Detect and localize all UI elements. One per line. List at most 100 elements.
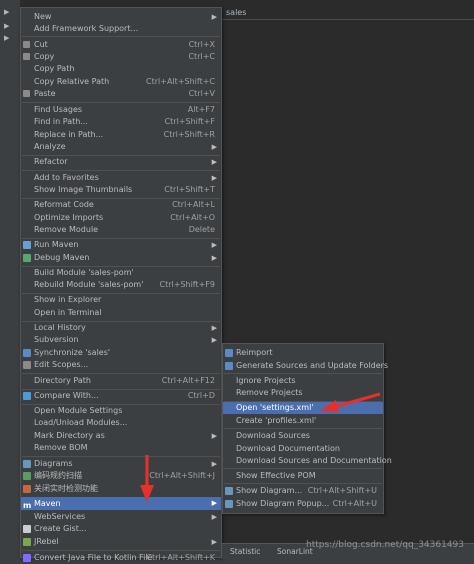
menu-item-directory-path[interactable]: Directory Path Ctrl+Alt+F12 [21, 375, 221, 387]
project-tree-panel: ▶ ▶ ▶ [0, 0, 20, 558]
submenu-arrow-icon: ▶ [211, 158, 217, 166]
menu-item-subversion[interactable]: Subversion ▶ [21, 334, 221, 346]
maven-item-ignore-projects[interactable]: Ignore Projects [223, 375, 383, 387]
menu-item-find-usages[interactable]: Find Usages Alt+F7 [21, 104, 221, 116]
realtime-check-icon [23, 485, 31, 493]
maven-submenu: Reimport Generate Sources and Update Fol… [222, 343, 392, 514]
menu-item-jrebel[interactable]: JRebel ▶ [21, 536, 221, 548]
menu-item-run-maven[interactable]: Run Maven ▶ [21, 239, 221, 251]
menu-item-create-gist[interactable]: Create Gist... [21, 523, 221, 535]
submenu-arrow-icon: ▶ [211, 254, 217, 262]
menu-item-compare-with[interactable]: Compare With... Ctrl+D [21, 390, 221, 402]
menu-divider [22, 373, 220, 374]
maven-icon: m [23, 501, 32, 510]
menu-divider [224, 428, 382, 429]
menu-item-paste[interactable]: Paste Ctrl+V [21, 88, 221, 100]
annotation-arrow-left [320, 392, 381, 412]
menu-item-add-framework-support[interactable]: Add Framework Support... [21, 23, 221, 35]
menu-item-local-history[interactable]: Local History ▶ [21, 322, 221, 334]
menu-item-webservices[interactable]: WebServices ▶ [21, 511, 221, 523]
submenu-arrow-icon: ▶ [211, 174, 217, 182]
reimport-icon [225, 349, 233, 357]
menu-item-maven[interactable]: m Maven ▶ [21, 497, 221, 510]
menu-item-find-in-path[interactable]: Find in Path... Ctrl+Shift+F [21, 116, 221, 128]
maven-item-download-sources[interactable]: Download Sources [223, 430, 383, 442]
menu-divider [22, 456, 220, 457]
tab-divider [212, 19, 474, 20]
menu-item-mark-directory-as[interactable]: Mark Directory as ▶ [21, 430, 221, 442]
submenu-arrow-icon: ▶ [211, 499, 217, 507]
tree-expand-icon[interactable]: ▶ [4, 8, 9, 16]
diagram-icon [23, 460, 31, 468]
menu-item-analyze[interactable]: Analyze ▶ [21, 141, 221, 153]
github-icon [23, 525, 31, 533]
submenu-arrow-icon: ▶ [211, 538, 217, 546]
menu-item-convert-to-kotlin[interactable]: Convert Java File to Kotlin File Ctrl+Alt… [21, 552, 221, 564]
submenu-arrow-icon: ▶ [211, 241, 217, 249]
tree-expand-icon[interactable]: ▶ [4, 34, 9, 42]
menu-item-debug-maven[interactable]: Debug Maven ▶ [21, 252, 221, 264]
maven-item-generate-sources[interactable]: Generate Sources and Update Folders [223, 360, 388, 372]
menu-item-load-unload-modules[interactable]: Load/Unload Modules... [21, 417, 221, 429]
submenu-arrow-icon: ▶ [211, 432, 217, 440]
menu-item-rebuild-module[interactable]: Rebuild Module 'sales-pom' Ctrl+Shift+F9 [21, 279, 221, 291]
menu-divider [224, 373, 382, 374]
menu-item-copy-relative-path[interactable]: Copy Relative Path Ctrl+Alt+Shift+C [21, 76, 221, 88]
submenu-arrow-icon: ▶ [211, 324, 217, 332]
menu-item-build-module[interactable]: Build Module 'sales-pom' [21, 267, 221, 279]
menu-item-diagrams[interactable]: Diagrams ▶ [21, 458, 221, 470]
menu-divider [22, 102, 220, 103]
maven-item-reimport[interactable]: Reimport [223, 347, 383, 359]
menu-item-code-scan[interactable]: 编码规约扫描 Ctrl+Alt+Shift+J [21, 470, 221, 482]
compare-icon [23, 392, 31, 400]
paste-icon [23, 90, 30, 97]
submenu-arrow-icon: ▶ [211, 513, 217, 521]
maven-item-download-sources-and-docs[interactable]: Download Sources and Documentation [223, 455, 392, 467]
scope-icon [23, 361, 31, 369]
menu-item-disable-realtime-check[interactable]: 关闭实时检测功能 [21, 483, 221, 495]
maven-item-create-profiles-xml[interactable]: Create 'profiles.xml' [223, 415, 383, 427]
menu-divider [224, 468, 382, 469]
menu-item-edit-scopes[interactable]: Edit Scopes... [21, 359, 221, 371]
diagram-icon [225, 500, 233, 508]
menu-divider [22, 550, 220, 551]
project-context-menu: New ▶ Add Framework Support... Cut Ctrl+X … [20, 7, 222, 562]
tree-expand-icon[interactable]: ▶ [4, 22, 9, 30]
statistic-tab[interactable]: Statistic [230, 547, 260, 556]
maven-run-icon [23, 241, 31, 249]
menu-item-open-module-settings[interactable]: Open Module Settings [21, 405, 221, 417]
annotation-arrow-down [140, 455, 154, 502]
generate-sources-icon [225, 362, 233, 370]
maven-item-show-diagram[interactable]: Show Diagram... Ctrl+Alt+Shift+U [223, 485, 383, 497]
menu-item-show-in-explorer[interactable]: Show in Explorer [21, 294, 221, 306]
submenu-arrow-icon: ▶ [211, 143, 217, 151]
menu-item-copy-path[interactable]: Copy Path [21, 63, 221, 75]
menu-item-remove-bom[interactable]: Remove BOM [21, 442, 221, 454]
kotlin-icon [23, 554, 31, 562]
maven-item-show-effective-pom[interactable]: Show Effective POM [223, 470, 383, 482]
maven-item-show-diagram-popup[interactable]: Show Diagram Popup... Ctrl+Alt+U [223, 498, 383, 510]
menu-item-refactor[interactable]: Refactor ▶ [21, 156, 221, 168]
diagram-icon [225, 487, 233, 495]
maven-debug-icon [23, 254, 31, 262]
menu-item-reformat-code[interactable]: Reformat Code Ctrl+Alt+L [21, 199, 221, 211]
menu-item-copy[interactable]: Copy Ctrl+C [21, 51, 221, 63]
menu-item-optimize-imports[interactable]: Optimize Imports Ctrl+Alt+O [21, 212, 221, 224]
submenu-arrow-icon: ▶ [211, 336, 217, 344]
menu-item-remove-module[interactable]: Remove Module Delete [21, 224, 221, 236]
menu-item-new[interactable]: New ▶ [21, 11, 221, 23]
menu-item-synchronize[interactable]: Synchronize 'sales' [21, 347, 221, 359]
menu-item-cut[interactable]: Cut Ctrl+X [21, 39, 221, 51]
menu-item-add-to-favorites[interactable]: Add to Favorites ▶ [21, 172, 221, 184]
jrebel-icon [23, 538, 31, 546]
maven-item-download-documentation[interactable]: Download Documentation [223, 443, 383, 455]
menu-item-open-in-terminal[interactable]: Open in Terminal [21, 307, 221, 319]
menu-item-replace-in-path[interactable]: Replace in Path... Ctrl+Shift+R [21, 129, 221, 141]
code-scan-icon [23, 472, 31, 480]
menu-divider [224, 483, 382, 484]
editor-tab-title[interactable]: sales [226, 8, 246, 17]
watermark: https://blog.csdn.net/qq_34361493 [306, 540, 465, 550]
menu-item-show-image-thumbnails[interactable]: Show Image Thumbnails Ctrl+Shift+T [21, 184, 221, 196]
scissors-icon [23, 41, 30, 48]
copy-icon [23, 53, 30, 60]
